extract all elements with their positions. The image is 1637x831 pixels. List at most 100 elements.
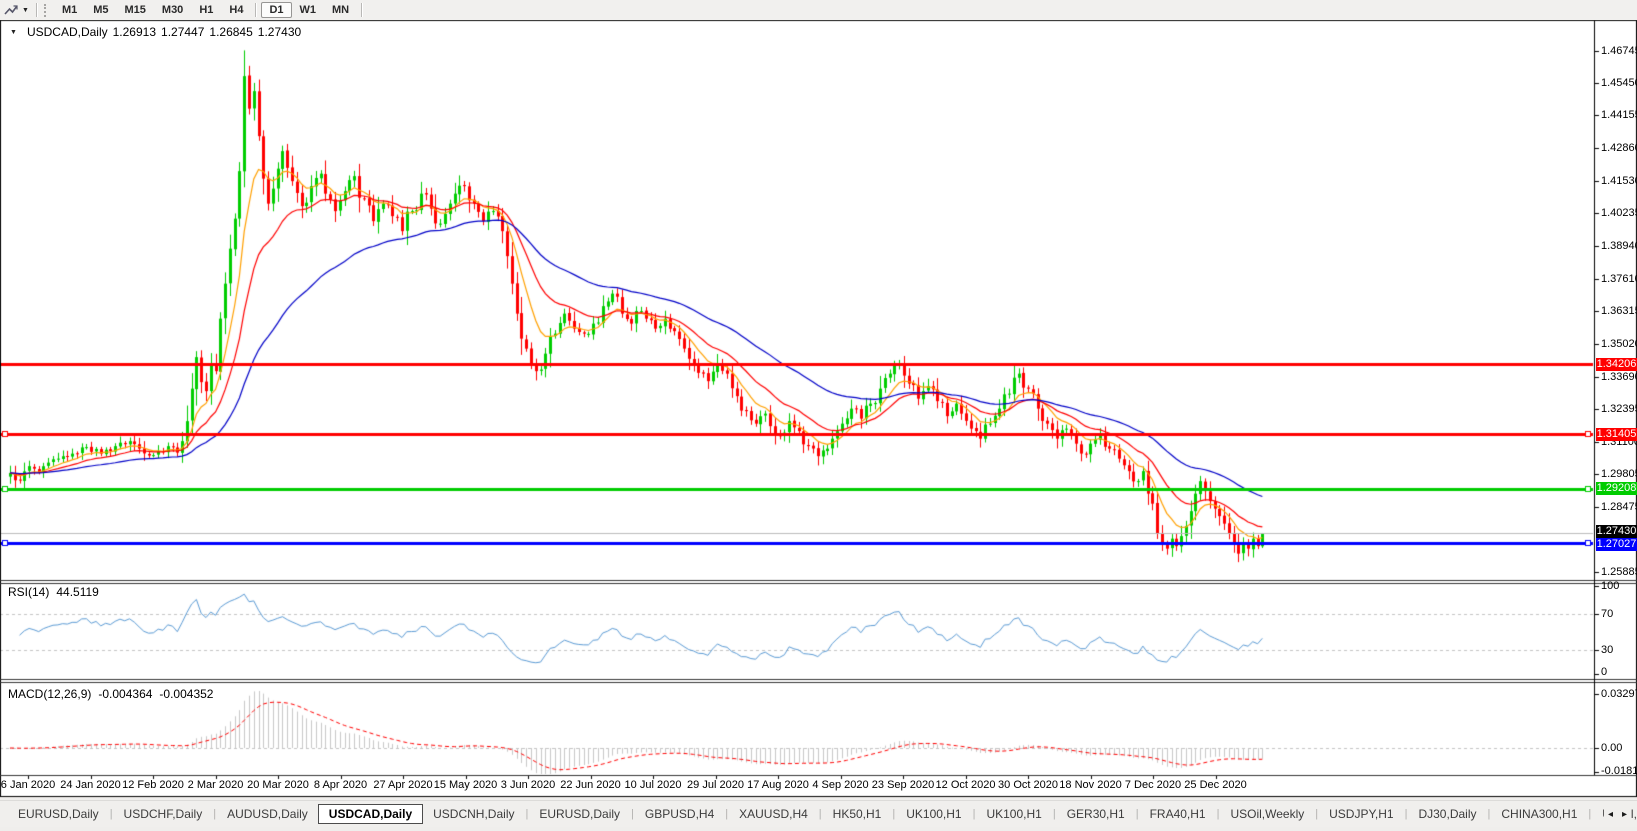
top-toolbar: ▼ M1M5M15M30H1H4 D1W1MN	[0, 0, 1637, 20]
date-tick-label: 2 Mar 2020	[188, 779, 244, 791]
tab-hk50-h1[interactable]: HK50,H1	[823, 804, 892, 824]
rsi-tick-label: 0	[1601, 666, 1607, 678]
chart-title-close: 1.27430	[258, 25, 301, 39]
tab-china300-h1[interactable]: CHINA300,H1	[1491, 804, 1587, 824]
tab-separator: |	[725, 808, 728, 820]
level-price-badge: 1.29208	[1596, 482, 1637, 495]
date-tick-label: 29 Jul 2020	[687, 779, 744, 791]
rsi-tick-label: 100	[1601, 580, 1619, 592]
level-price-badge: 1.27027	[1596, 538, 1637, 551]
timeframe-m15[interactable]: M15	[117, 2, 154, 18]
chart-collapse-icon[interactable]: ▼	[10, 29, 17, 36]
price-tick-label: 1.45450	[1601, 77, 1637, 89]
macd-name: MACD(12,26,9)	[8, 687, 91, 701]
tab-usdchf-daily[interactable]: USDCHF,Daily	[114, 804, 213, 824]
rsi-tick-label: 70	[1601, 608, 1613, 620]
tab-separator: |	[525, 808, 528, 820]
tab-uk100-h1[interactable]: UK100,H1	[896, 804, 971, 824]
tab-separator: |	[213, 808, 216, 820]
tab-xauusd-h4[interactable]: XAUUSD,H4	[729, 804, 818, 824]
date-tick-label: 17 Aug 2020	[747, 779, 809, 791]
date-tick-label: 23 Sep 2020	[872, 779, 934, 791]
tab-scroll-right-icon[interactable]: ▸	[1622, 809, 1627, 820]
price-tick-label: 1.44155	[1601, 109, 1637, 121]
tab-ger30-h1[interactable]: GER30,H1	[1057, 804, 1135, 824]
price-tick-label: 1.29805	[1601, 468, 1637, 480]
timeframe-toolbar: M1M5M15M30H1H4 D1W1MN	[54, 2, 367, 18]
chart-title-high: 1.27447	[161, 25, 204, 39]
price-tick-label: 1.32395	[1601, 403, 1637, 415]
toolbar-separator	[255, 3, 257, 17]
date-tick-label: 3 Jun 2020	[501, 779, 555, 791]
tab-separator: |	[110, 808, 113, 820]
tab-scroll-controls: ◂ ▸	[1604, 801, 1631, 827]
price-tick-label: 1.36315	[1601, 305, 1637, 317]
price-tick-label: 1.33690	[1601, 371, 1637, 383]
date-tick-label: 12 Oct 2020	[936, 779, 996, 791]
rsi-indicator-label: RSI(14) 44.5119	[8, 585, 99, 599]
tab-separator: |	[973, 808, 976, 820]
timeframe-m5[interactable]: M5	[85, 2, 116, 18]
toolbar-grip[interactable]	[44, 4, 49, 17]
tab-scroll-left-icon[interactable]: ◂	[1608, 809, 1613, 820]
rsi-value: 44.5119	[56, 585, 99, 599]
date-tick-label: 20 Mar 2020	[247, 779, 309, 791]
chart-tabs-bar: EURUSD,Daily|USDCHF,Daily|AUDUSD,DailyUS…	[0, 800, 1637, 827]
tab-usoil-weekly[interactable]: USOil,Weekly	[1220, 804, 1314, 824]
date-tick-label: 7 Dec 2020	[1125, 779, 1181, 791]
price-tick-label: 1.40235	[1601, 207, 1637, 219]
price-tick-label: 1.35020	[1601, 338, 1637, 350]
timeframe-d1[interactable]: D1	[261, 2, 291, 18]
tab-audusd-daily[interactable]: AUDUSD,Daily	[217, 804, 318, 824]
tab-gbpusd-h4[interactable]: GBPUSD,H4	[635, 804, 724, 824]
tab-eurusd-daily[interactable]: EURUSD,Daily	[8, 804, 109, 824]
timeframe-m30[interactable]: M30	[154, 2, 191, 18]
chart-tool-icon[interactable]	[4, 4, 18, 17]
date-tick-label: 4 Sep 2020	[812, 779, 868, 791]
date-tick-label: 22 Jun 2020	[560, 779, 621, 791]
date-tick-label: 27 Apr 2020	[373, 779, 432, 791]
tab-separator: |	[1488, 808, 1491, 820]
macd-tick-label: 0.00	[1601, 742, 1622, 754]
tab-usdcad-daily[interactable]: USDCAD,Daily	[318, 804, 423, 824]
timeframe-h1[interactable]: H1	[191, 2, 221, 18]
tab-dj30-daily[interactable]: DJ30,Daily	[1408, 804, 1486, 824]
price-tick-label: 1.25885	[1601, 566, 1637, 578]
chart-canvas[interactable]	[0, 0, 1637, 831]
tab-usdjpy-h1[interactable]: USDJPY,H1	[1319, 804, 1403, 824]
tab-separator: |	[1588, 808, 1591, 820]
tab-fra40-h1[interactable]: FRA40,H1	[1140, 804, 1216, 824]
tab-separator: |	[1136, 808, 1139, 820]
macd-tick-label: 0.032972	[1601, 688, 1637, 700]
macd-tick-label: -0.018154	[1601, 765, 1637, 777]
date-tick-label: 18 Nov 2020	[1059, 779, 1121, 791]
macd-signal-value: -0.004352	[159, 687, 213, 701]
tab-separator: |	[1053, 808, 1056, 820]
toolbar-separator	[361, 3, 363, 17]
price-tick-label: 1.38940	[1601, 240, 1637, 252]
timeframe-m1[interactable]: M1	[54, 2, 85, 18]
timeframe-mn[interactable]: MN	[324, 2, 357, 18]
chart-title: ▼ USDCAD,Daily 1.26913 1.27447 1.26845 1…	[7, 25, 301, 39]
tab-eurusd-daily[interactable]: EURUSD,Daily	[529, 804, 630, 824]
price-tick-label: 1.28475	[1601, 501, 1637, 513]
tab-uk100-h1[interactable]: UK100,H1	[976, 804, 1051, 824]
tab-separator: |	[892, 808, 895, 820]
chart-title-open: 1.26913	[113, 25, 156, 39]
chart-title-symbol: USDCAD,Daily	[27, 25, 108, 39]
date-tick-label: 15 May 2020	[434, 779, 498, 791]
timeframe-w1[interactable]: W1	[292, 2, 325, 18]
timeframe-h4[interactable]: H4	[221, 2, 251, 18]
rsi-tick-label: 30	[1601, 644, 1613, 656]
chart-title-low: 1.26845	[209, 25, 252, 39]
rsi-name: RSI(14)	[8, 585, 49, 599]
date-tick-label: 24 Jan 2020	[60, 779, 121, 791]
date-tick-label: 8 Apr 2020	[314, 779, 367, 791]
price-tick-label: 1.42860	[1601, 142, 1637, 154]
chevron-down-icon[interactable]: ▼	[22, 7, 29, 14]
tab-usdcnh-daily[interactable]: USDCNH,Daily	[423, 804, 524, 824]
date-tick-label: 6 Jan 2020	[1, 779, 55, 791]
price-tick-label: 1.41530	[1601, 175, 1637, 187]
toolbar-separator	[36, 3, 38, 17]
trading-platform-window: { "toolbar": { "chart_tool_icon": "chart…	[0, 0, 1637, 831]
